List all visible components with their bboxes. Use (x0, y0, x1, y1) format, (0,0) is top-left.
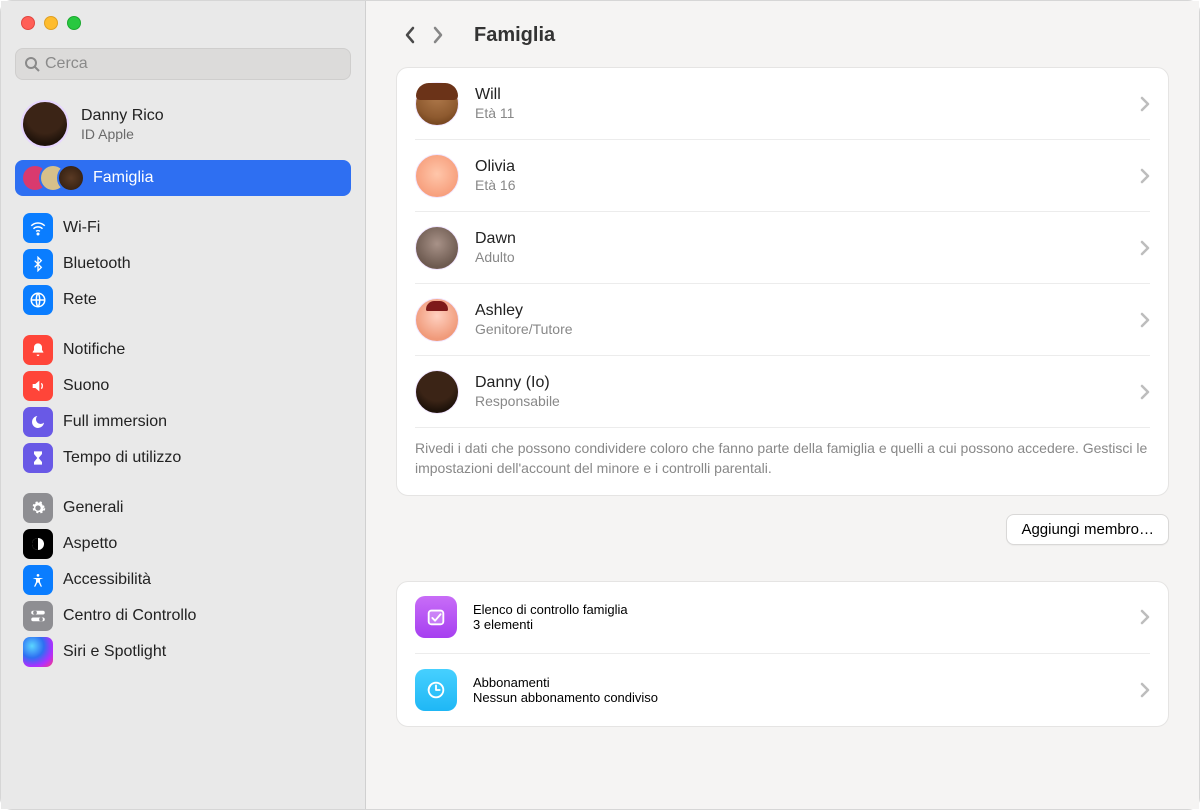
member-name: Ashley (475, 302, 1140, 320)
member-name: Dawn (475, 230, 1140, 248)
family-members-card: Will Età 11 Olivia Età 16 Dawn Adulto (396, 67, 1169, 496)
member-avatar (415, 298, 459, 342)
member-avatar (415, 226, 459, 270)
member-sub: Adulto (475, 249, 1140, 265)
family-member-row[interactable]: Danny (Io) Responsabile (415, 356, 1150, 428)
option-sub: Nessun abbonamento condiviso (473, 690, 1140, 705)
fullscreen-window-button[interactable] (67, 16, 81, 30)
family-member-row[interactable]: Olivia Età 16 (415, 140, 1150, 212)
option-row-checklist[interactable]: Elenco di controllo famiglia 3 elementi (415, 582, 1150, 654)
sidebar-item-label: Full immersion (63, 413, 167, 431)
sidebar-item-sound[interactable]: Suono (15, 368, 351, 404)
globe-icon (23, 285, 53, 315)
sidebar-item-label: Rete (63, 291, 97, 309)
family-member-row[interactable]: Will Età 11 (415, 68, 1150, 140)
checklist-icon (415, 596, 457, 638)
member-sub: Età 16 (475, 177, 1140, 193)
subscriptions-icon (415, 669, 457, 711)
family-member-row[interactable]: Dawn Adulto (415, 212, 1150, 284)
option-sub: 3 elementi (473, 617, 1140, 632)
sidebar-item-bluetooth[interactable]: Bluetooth (15, 246, 351, 282)
chevron-right-icon (1140, 682, 1150, 698)
chevron-right-icon (1140, 240, 1150, 256)
bell-icon (23, 335, 53, 365)
window-controls (1, 11, 365, 48)
wifi-icon (23, 213, 53, 243)
sidebar-item-label: Siri e Spotlight (63, 643, 166, 661)
siri-icon (23, 637, 53, 667)
member-name: Danny (Io) (475, 374, 1140, 392)
close-window-button[interactable] (21, 16, 35, 30)
sidebar-nav: Famiglia Wi-Fi Bluetooth Rete (1, 158, 365, 678)
member-name: Olivia (475, 158, 1140, 176)
family-stack-icon (23, 163, 83, 193)
family-member-row[interactable]: Ashley Genitore/Tutore (415, 284, 1150, 356)
search-input[interactable] (45, 55, 342, 73)
appearance-icon (23, 529, 53, 559)
member-avatar (415, 154, 459, 198)
sidebar-item-control-center[interactable]: Centro di Controllo (15, 598, 351, 634)
sidebar-item-siri[interactable]: Siri e Spotlight (15, 634, 351, 670)
sidebar-item-focus[interactable]: Full immersion (15, 404, 351, 440)
option-row-subscriptions[interactable]: Abbonamenti Nessun abbonamento condiviso (415, 654, 1150, 726)
minimize-window-button[interactable] (44, 16, 58, 30)
sidebar-item-accessibility[interactable]: Accessibilità (15, 562, 351, 598)
sidebar-item-appearance[interactable]: Aspetto (15, 526, 351, 562)
page-header: Famiglia (396, 15, 1169, 67)
bluetooth-icon (23, 249, 53, 279)
sidebar-item-wifi[interactable]: Wi-Fi (15, 210, 351, 246)
sidebar-item-general[interactable]: Generali (15, 490, 351, 526)
speaker-icon (23, 371, 53, 401)
sidebar-item-label: Notifiche (63, 341, 125, 359)
sidebar-item-network[interactable]: Rete (15, 282, 351, 318)
add-member-button[interactable]: Aggiungi membro… (1006, 514, 1169, 545)
chevron-right-icon (1140, 312, 1150, 328)
chevron-right-icon (430, 25, 446, 45)
sidebar-item-label: Generali (63, 499, 123, 517)
chevron-right-icon (1140, 384, 1150, 400)
option-title: Elenco di controllo famiglia (473, 602, 1140, 617)
option-title: Abbonamenti (473, 675, 1140, 690)
main-content: Famiglia Will Età 11 Olivia Età 16 Dawn … (366, 1, 1199, 809)
sidebar: Danny Rico ID Apple Famiglia Wi-Fi Bluet… (1, 1, 366, 809)
member-avatar (415, 370, 459, 414)
sidebar-item-label: Wi-Fi (63, 219, 100, 237)
account-name: Danny Rico (81, 107, 164, 125)
gear-icon (23, 493, 53, 523)
accessibility-icon (23, 565, 53, 595)
sidebar-item-label: Aspetto (63, 535, 117, 553)
sidebar-item-family[interactable]: Famiglia (15, 160, 351, 196)
member-name: Will (475, 86, 1140, 104)
sidebar-item-notifications[interactable]: Notifiche (15, 332, 351, 368)
sidebar-item-label: Famiglia (93, 169, 153, 187)
sidebar-item-label: Tempo di utilizzo (63, 449, 181, 467)
page-title: Famiglia (474, 24, 555, 47)
account-sub: ID Apple (81, 126, 164, 142)
forward-button[interactable] (424, 21, 452, 49)
search-icon (24, 56, 40, 72)
apple-id-account[interactable]: Danny Rico ID Apple (1, 90, 365, 158)
account-avatar (21, 100, 69, 148)
chevron-right-icon (1140, 96, 1150, 112)
hourglass-icon (23, 443, 53, 473)
back-button[interactable] (396, 21, 424, 49)
sidebar-item-label: Centro di Controllo (63, 607, 196, 625)
members-caption: Rivedi i dati che possono condividere co… (415, 428, 1150, 495)
sidebar-item-screentime[interactable]: Tempo di utilizzo (15, 440, 351, 476)
member-sub: Età 11 (475, 105, 1140, 121)
member-avatar (415, 82, 459, 126)
sidebar-item-label: Accessibilità (63, 571, 151, 589)
family-options-card: Elenco di controllo famiglia 3 elementi … (396, 581, 1169, 727)
search-field[interactable] (15, 48, 351, 80)
sidebar-item-label: Bluetooth (63, 255, 131, 273)
chevron-right-icon (1140, 168, 1150, 184)
member-sub: Responsabile (475, 393, 1140, 409)
control-center-icon (23, 601, 53, 631)
chevron-left-icon (402, 25, 418, 45)
sidebar-item-label: Suono (63, 377, 109, 395)
member-sub: Genitore/Tutore (475, 321, 1140, 337)
chevron-right-icon (1140, 609, 1150, 625)
moon-icon (23, 407, 53, 437)
